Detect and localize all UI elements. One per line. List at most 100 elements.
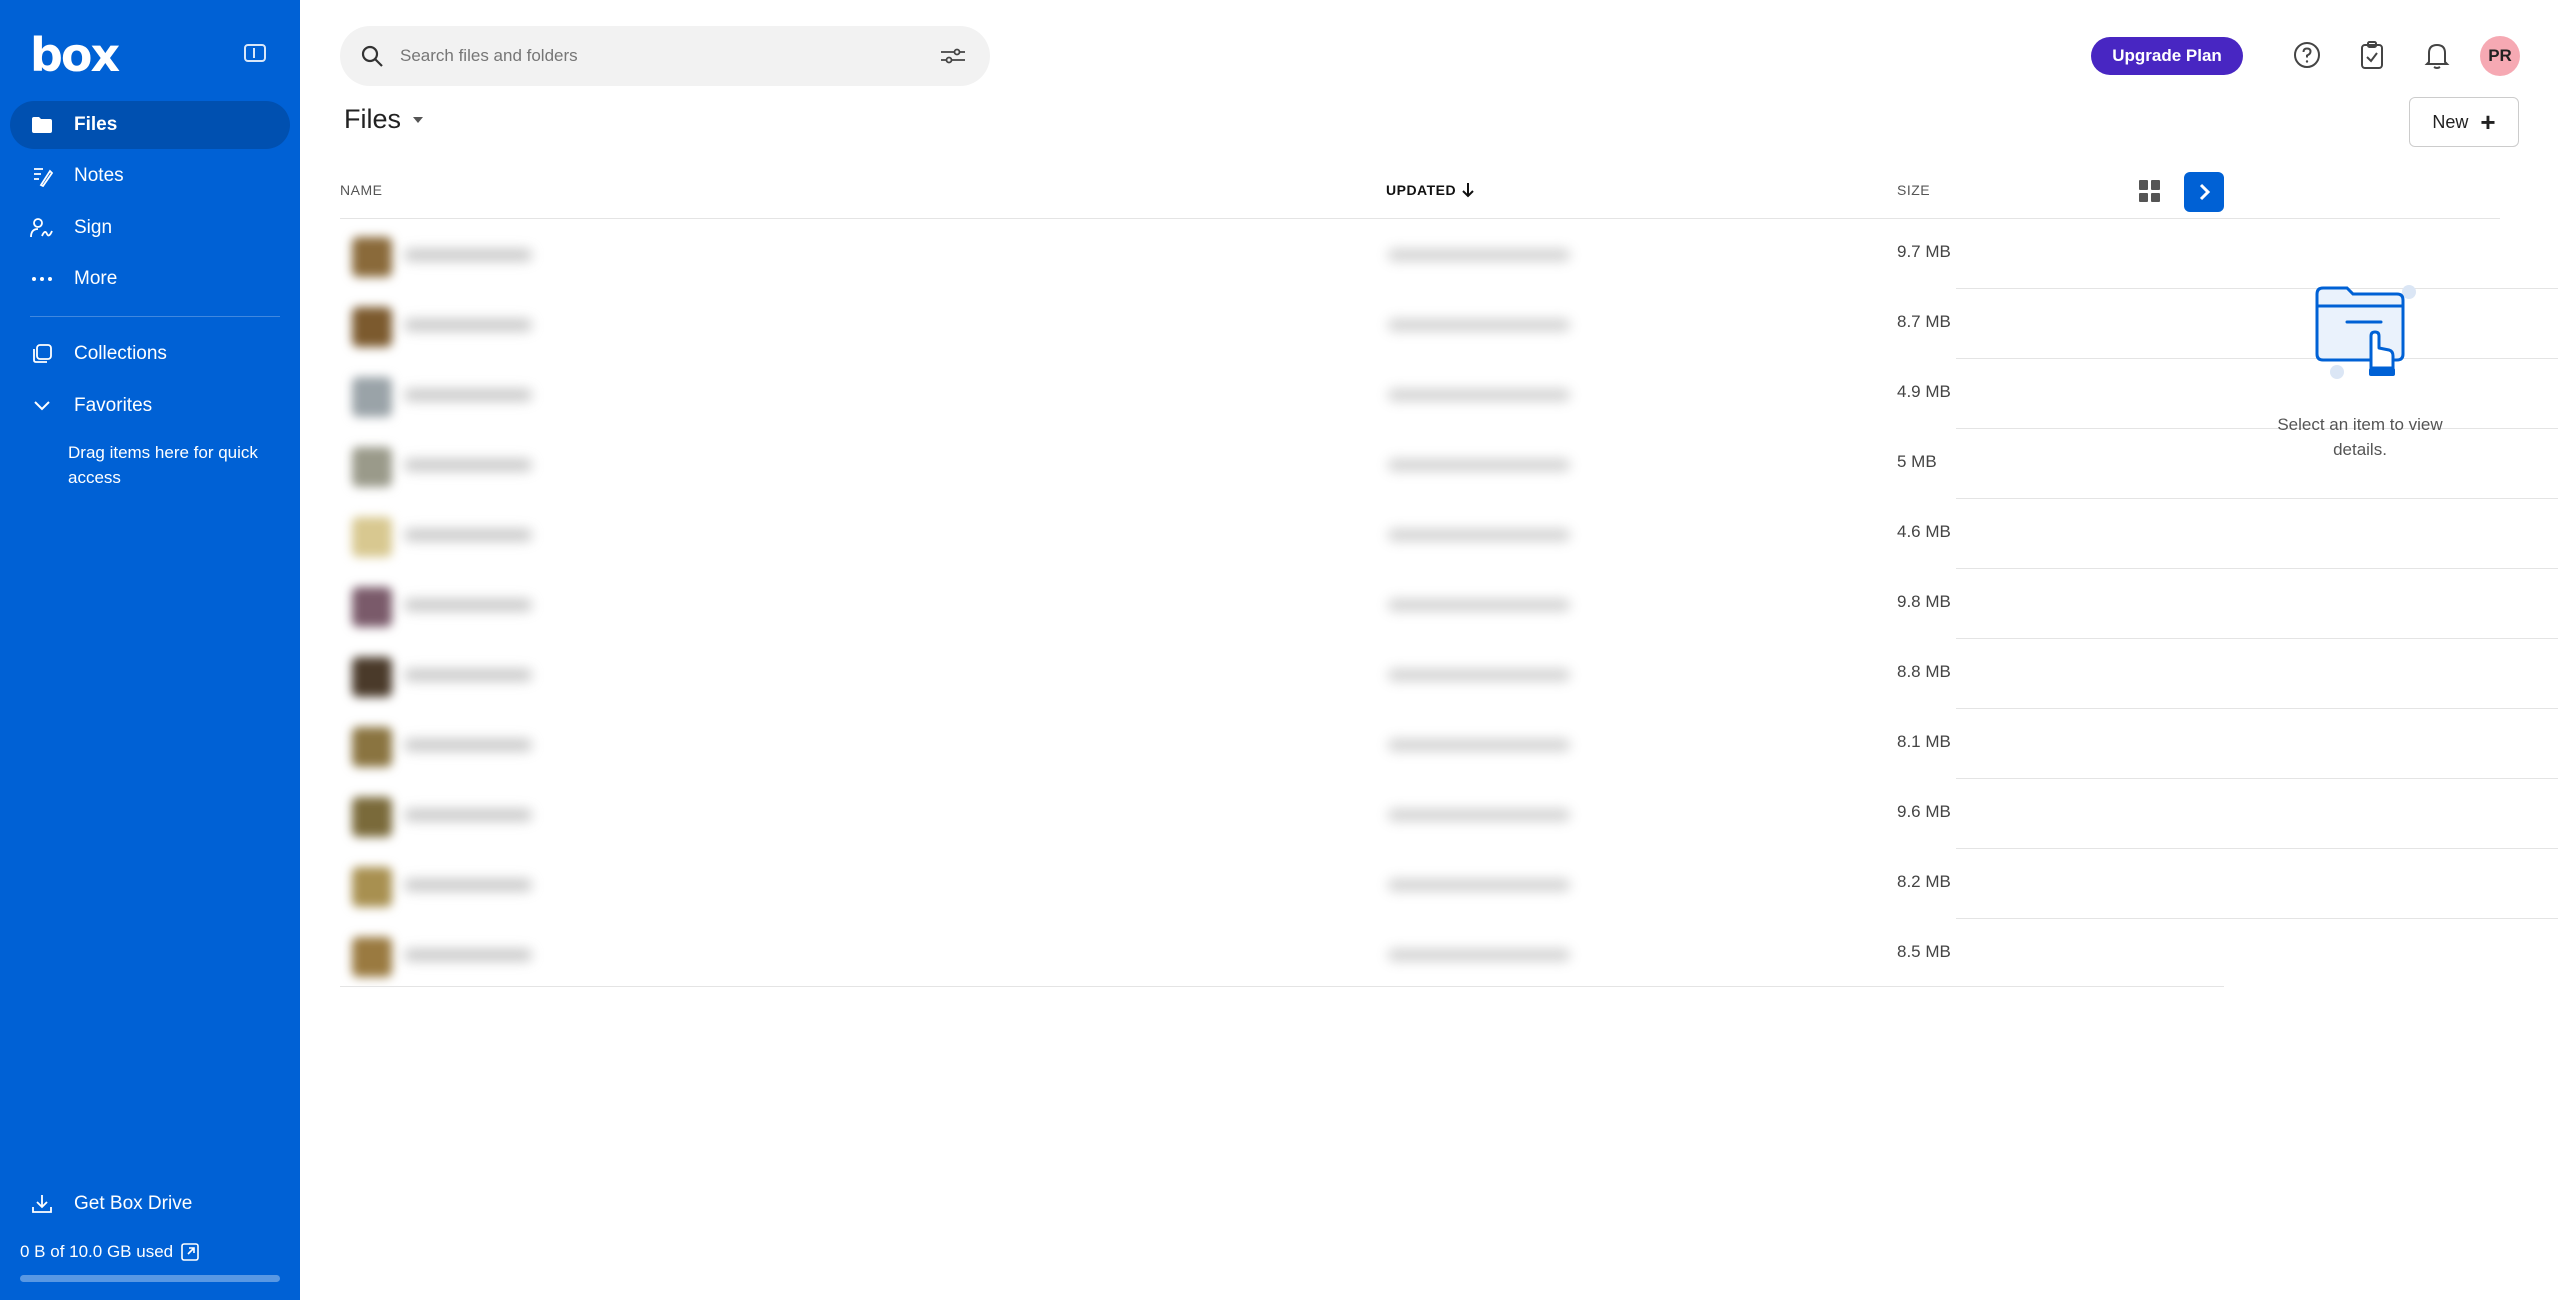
file-thumbnail (352, 587, 392, 627)
download-icon (30, 1192, 54, 1216)
sidebar-item-notes[interactable]: Notes (10, 152, 290, 200)
tasks-icon[interactable] (2355, 38, 2389, 72)
file-name-redacted[interactable] (404, 389, 532, 401)
notifications-bell-icon[interactable] (2420, 38, 2454, 72)
file-name-redacted[interactable] (404, 249, 532, 261)
sidebar-item-label: Files (74, 114, 118, 135)
file-size: 8.2 MB (1897, 872, 1951, 891)
sidebar-item-label: Favorites (74, 395, 153, 416)
table-row[interactable]: 5 MB (340, 429, 2558, 499)
file-name-redacted[interactable] (404, 459, 532, 471)
sidebar-item-more[interactable]: More (10, 255, 290, 303)
chevron-right-icon (2199, 183, 2211, 201)
table-row[interactable]: 8.5 MB (340, 919, 2224, 989)
sidebar-item-label: Get Box Drive (74, 1193, 193, 1214)
file-updated-redacted (1388, 249, 1570, 261)
upgrade-plan-button[interactable]: Upgrade Plan (2091, 37, 2243, 75)
file-updated-redacted (1388, 389, 1570, 401)
file-updated-redacted (1388, 599, 1570, 611)
notes-icon (30, 164, 54, 188)
search-bar[interactable] (340, 26, 990, 86)
table-row[interactable]: 4.6 MB (340, 499, 2558, 569)
file-size: 9.6 MB (1897, 802, 1951, 821)
file-updated-redacted (1388, 809, 1570, 821)
file-size: 9.8 MB (1897, 592, 1951, 611)
file-name-redacted[interactable] (404, 879, 532, 891)
file-thumbnail (352, 237, 392, 277)
column-header-name[interactable]: NAME (340, 182, 382, 198)
search-input[interactable] (398, 45, 902, 67)
file-size: 9.7 MB (1897, 242, 1951, 261)
file-updated-redacted (1388, 529, 1570, 541)
file-thumbnail (352, 447, 392, 487)
sidebar-item-label: Notes (74, 165, 124, 186)
file-thumbnail (352, 657, 392, 697)
file-name-redacted[interactable] (404, 949, 532, 961)
file-name-redacted[interactable] (404, 599, 532, 611)
help-icon[interactable] (2290, 38, 2324, 72)
file-name-redacted[interactable] (404, 669, 532, 681)
box-logo[interactable]: box (30, 28, 120, 82)
collections-icon (30, 342, 54, 366)
folder-icon (30, 113, 54, 137)
file-size: 5 MB (1897, 452, 1937, 471)
caret-down-icon (413, 116, 424, 123)
collapse-sidebar-icon[interactable] (244, 44, 266, 62)
sidebar-item-label: Sign (74, 217, 113, 238)
page-title[interactable]: Files (344, 104, 424, 135)
table-row[interactable]: 9.6 MB (340, 779, 2558, 849)
file-thumbnail (352, 517, 392, 557)
storage-progress-bar (20, 1275, 280, 1282)
file-size: 8.8 MB (1897, 662, 1951, 681)
column-header-updated[interactable]: UPDATED (1386, 182, 1474, 198)
file-size: 8.1 MB (1897, 732, 1951, 751)
sidebar-item-label: More (74, 268, 118, 289)
sidebar-divider (30, 316, 280, 317)
file-name-redacted[interactable] (404, 739, 532, 751)
user-avatar[interactable]: PR (2480, 36, 2520, 76)
sidebar-item-label: Collections (74, 343, 167, 364)
column-header-size[interactable]: SIZE (1897, 182, 1930, 198)
file-size: 4.9 MB (1897, 382, 1951, 401)
file-size: 8.7 MB (1897, 312, 1951, 331)
sidebar-item-files[interactable]: Files (10, 101, 290, 149)
file-thumbnail (352, 377, 392, 417)
file-updated-redacted (1388, 739, 1570, 751)
file-updated-redacted (1388, 879, 1570, 891)
new-button[interactable]: New + (2409, 97, 2519, 147)
file-thumbnail (352, 937, 392, 977)
file-thumbnail (352, 727, 392, 767)
table-row[interactable]: 9.8 MB (340, 569, 2558, 639)
sidebar-item-sign[interactable]: Sign (10, 204, 290, 252)
details-empty-illustration (2307, 276, 2417, 386)
plus-icon: + (2480, 107, 2496, 137)
new-button-label: New (2432, 111, 2469, 132)
file-name-redacted[interactable] (404, 809, 532, 821)
storage-usage[interactable]: 0 B of 10.0 GB used (20, 1242, 199, 1262)
sidebar-item-collections[interactable]: Collections (10, 330, 290, 378)
external-link-icon (181, 1243, 199, 1261)
table-row[interactable]: 8.2 MB (340, 849, 2558, 919)
column-header-updated-label: UPDATED (1386, 182, 1457, 198)
table-row[interactable]: 4.9 MB (340, 359, 2558, 429)
page-title-label: Files (344, 104, 402, 134)
table-row[interactable]: 8.1 MB (340, 709, 2558, 779)
more-icon (30, 267, 54, 291)
search-icon (360, 44, 384, 68)
file-updated-redacted (1388, 949, 1570, 961)
toggle-details-button[interactable] (2184, 172, 2224, 212)
table-row[interactable]: 8.8 MB (340, 639, 2558, 709)
file-thumbnail (352, 867, 392, 907)
sidebar-item-favorites[interactable]: Favorites (10, 382, 290, 430)
sort-descending-arrow-icon (1462, 182, 1474, 198)
chevron-down-icon (30, 394, 54, 418)
favorites-hint: Drag items here for quick access (68, 443, 258, 487)
sidebar-item-get-box-drive[interactable]: Get Box Drive (10, 1180, 290, 1228)
details-empty-text: Select an item to view details. (2277, 415, 2443, 459)
file-name-redacted[interactable] (404, 529, 532, 541)
file-name-redacted[interactable] (404, 319, 532, 331)
search-filter-icon[interactable] (940, 46, 966, 66)
grid-view-icon[interactable] (2139, 180, 2161, 202)
table-row[interactable]: 8.7 MB (340, 289, 2558, 359)
table-row[interactable]: 9.7 MB (340, 219, 2558, 289)
